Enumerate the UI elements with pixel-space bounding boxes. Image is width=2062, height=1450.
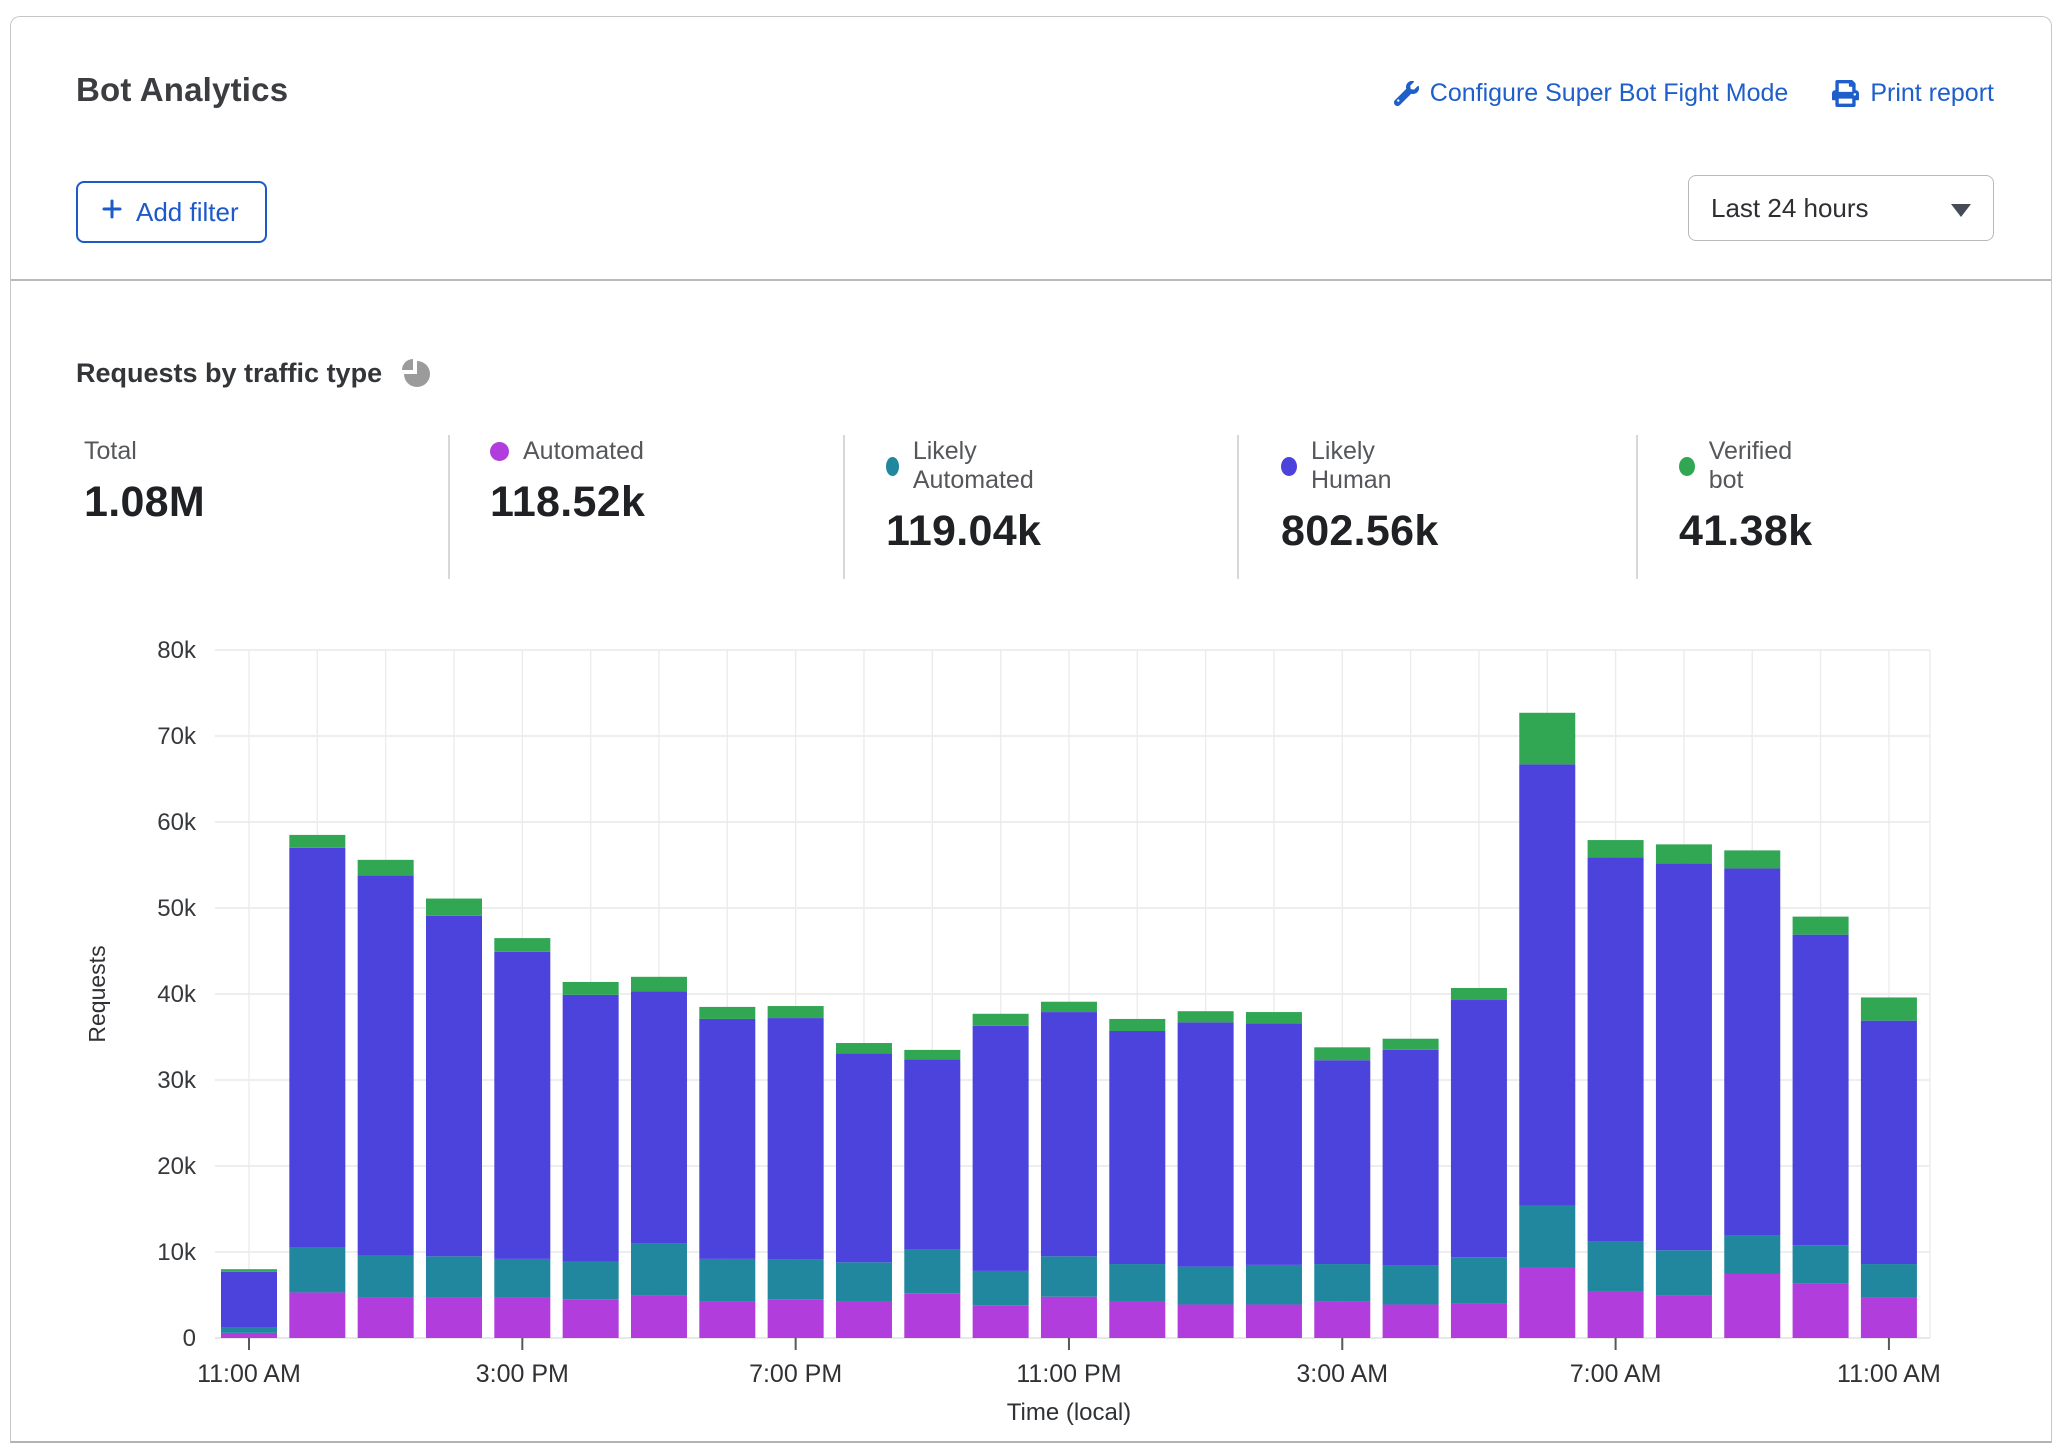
printer-icon bbox=[1832, 80, 1859, 107]
time-range-value: Last 24 hours bbox=[1711, 193, 1869, 224]
bot-analytics-card: Bot Analytics Configure Super Bot Fight … bbox=[10, 16, 2052, 1443]
wrench-icon bbox=[1394, 81, 1419, 106]
header-divider bbox=[11, 279, 2051, 281]
time-range-select[interactable]: Last 24 hours bbox=[1688, 175, 1994, 241]
bot-analytics-screen: Bot Analytics Configure Super Bot Fight … bbox=[0, 0, 2062, 1450]
stat-divider bbox=[1636, 435, 1638, 579]
plus-icon bbox=[100, 197, 124, 228]
configure-link-label: Configure Super Bot Fight Mode bbox=[1430, 79, 1789, 108]
stat-likely-automated: Likely Automated 119.04k bbox=[886, 437, 1041, 556]
stat-divider bbox=[448, 435, 450, 579]
section-title-row: Requests by traffic type bbox=[76, 357, 432, 389]
stat-total: Total 1.08M bbox=[84, 437, 205, 527]
stat-divider bbox=[843, 435, 845, 579]
stat-total-value: 1.08M bbox=[84, 478, 205, 527]
configure-super-bot-fight-mode-link[interactable]: Configure Super Bot Fight Mode bbox=[1394, 79, 1789, 108]
stat-divider bbox=[1237, 435, 1239, 579]
stat-automated-label: Automated bbox=[523, 437, 644, 466]
stat-verified-bot-label: Verified bot bbox=[1709, 437, 1813, 495]
verified-bot-dot bbox=[1679, 457, 1695, 476]
section-title: Requests by traffic type bbox=[76, 358, 382, 389]
stat-likely-automated-label: Likely Automated bbox=[913, 437, 1041, 495]
pie-chart-icon bbox=[400, 357, 432, 389]
print-link-label: Print report bbox=[1870, 79, 1994, 108]
stat-automated-value: 118.52k bbox=[490, 478, 645, 527]
stat-likely-human-value: 802.56k bbox=[1281, 507, 1439, 556]
chevron-down-icon bbox=[1951, 204, 1971, 217]
automated-dot bbox=[490, 442, 509, 461]
add-filter-label: Add filter bbox=[136, 197, 239, 228]
stat-likely-human: Likely Human 802.56k bbox=[1281, 437, 1439, 556]
stat-verified-bot: Verified bot 41.38k bbox=[1679, 437, 1812, 556]
stat-likely-human-label: Likely Human bbox=[1311, 437, 1439, 495]
page-title: Bot Analytics bbox=[76, 71, 288, 109]
stat-verified-bot-value: 41.38k bbox=[1679, 507, 1812, 556]
likely-automated-dot bbox=[886, 457, 899, 476]
stat-likely-automated-value: 119.04k bbox=[886, 507, 1041, 556]
likely-human-dot bbox=[1281, 457, 1297, 476]
print-report-link[interactable]: Print report bbox=[1832, 79, 1994, 108]
stat-total-label: Total bbox=[84, 437, 137, 466]
stat-automated: Automated 118.52k bbox=[490, 437, 645, 527]
header-links: Configure Super Bot Fight Mode Print rep… bbox=[1394, 79, 1994, 108]
add-filter-button[interactable]: Add filter bbox=[76, 181, 267, 243]
